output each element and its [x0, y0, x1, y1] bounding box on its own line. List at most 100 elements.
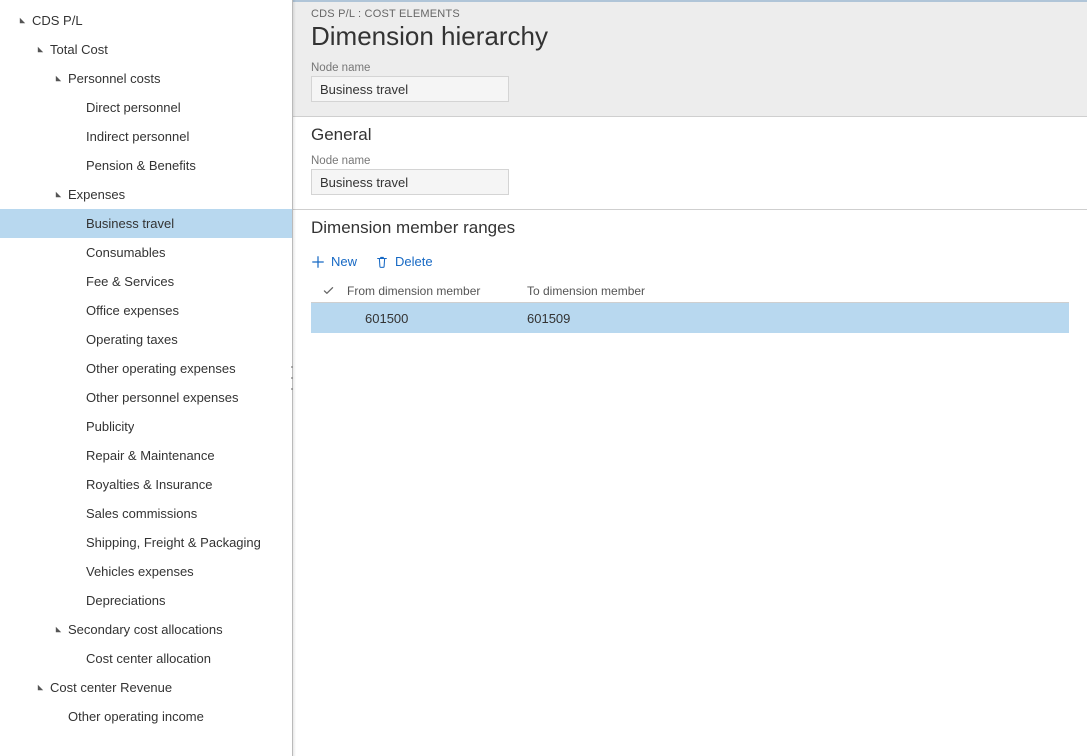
tree-item-label: Cost center Revenue: [50, 680, 172, 695]
ranges-action-row: New Delete: [293, 246, 1087, 279]
tree-item[interactable]: Consumables: [0, 238, 292, 267]
expander-placeholder: [68, 332, 84, 348]
node-name-general-label: Node name: [311, 155, 1069, 167]
expander-placeholder: [68, 245, 84, 261]
expander-placeholder: [68, 158, 84, 174]
main-pane: CDS P/L : COST ELEMENTS Dimension hierar…: [293, 0, 1087, 756]
from-column-header[interactable]: From dimension member: [345, 284, 525, 298]
tree-item-label: Total Cost: [50, 42, 108, 57]
tree-item-label: Personnel costs: [68, 71, 161, 86]
expander-open-icon[interactable]: [50, 622, 66, 638]
tree-item[interactable]: Royalties & Insurance: [0, 470, 292, 499]
tree-item-label: Indirect personnel: [86, 129, 189, 144]
page-header: CDS P/L : COST ELEMENTS Dimension hierar…: [293, 0, 1087, 116]
expander-placeholder: [68, 651, 84, 667]
tree-item[interactable]: Business travel: [0, 209, 292, 238]
delete-button[interactable]: Delete: [375, 254, 433, 269]
table-row[interactable]: 601500601509: [311, 303, 1069, 333]
tree-item-label: Sales commissions: [86, 506, 197, 521]
tree-item-label: Shipping, Freight & Packaging: [86, 535, 261, 550]
tree-item[interactable]: Personnel costs: [0, 64, 292, 93]
tree-item-label: Fee & Services: [86, 274, 174, 289]
expander-open-icon[interactable]: [50, 187, 66, 203]
expander-open-icon[interactable]: [50, 71, 66, 87]
tree-item[interactable]: CDS P/L: [0, 6, 292, 35]
page-title: Dimension hierarchy: [311, 21, 1069, 52]
expander-placeholder: [68, 506, 84, 522]
tree-pane: CDS P/L Total Cost Personnel costs Direct p…: [0, 0, 293, 756]
tree-item-label: Depreciations: [86, 593, 166, 608]
tree-item[interactable]: Secondary cost allocations: [0, 615, 292, 644]
tree-item[interactable]: Operating taxes: [0, 325, 292, 354]
expander-placeholder: [68, 535, 84, 551]
expander-placeholder: [68, 129, 84, 145]
tree-item[interactable]: Shipping, Freight & Packaging: [0, 528, 292, 557]
expander-open-icon[interactable]: [32, 42, 48, 58]
general-section-title: General: [311, 125, 1069, 145]
expander-open-icon[interactable]: [14, 13, 30, 29]
expander-placeholder: [68, 303, 84, 319]
tree-item-label: Operating taxes: [86, 332, 178, 347]
expander-placeholder: [68, 361, 84, 377]
from-dimension-member-cell[interactable]: 601500: [345, 311, 525, 326]
expander-placeholder: [68, 274, 84, 290]
tree-item-label: Expenses: [68, 187, 125, 202]
tree-item-label: Secondary cost allocations: [68, 622, 223, 637]
tree-item[interactable]: Direct personnel: [0, 93, 292, 122]
tree-item-label: Other operating income: [68, 709, 204, 724]
ranges-grid: From dimension member To dimension membe…: [293, 279, 1087, 351]
tree-item[interactable]: Indirect personnel: [0, 122, 292, 151]
tree-item[interactable]: Repair & Maintenance: [0, 441, 292, 470]
delete-button-label: Delete: [395, 254, 433, 269]
tree-item-label: Repair & Maintenance: [86, 448, 215, 463]
expander-placeholder: [68, 390, 84, 406]
expander-placeholder: [50, 709, 66, 725]
tree-item-label: Consumables: [86, 245, 166, 260]
tree-item[interactable]: Cost center Revenue: [0, 673, 292, 702]
expander-placeholder: [68, 100, 84, 116]
new-button[interactable]: New: [311, 254, 357, 269]
tree-item[interactable]: Other operating expenses: [0, 354, 292, 383]
expander-placeholder: [68, 216, 84, 232]
to-dimension-member-cell[interactable]: 601509: [525, 311, 705, 326]
expander-placeholder: [68, 564, 84, 580]
ranges-section-title: Dimension member ranges: [311, 218, 1069, 238]
expander-placeholder: [68, 419, 84, 435]
tree-item[interactable]: Other personnel expenses: [0, 383, 292, 412]
tree-item[interactable]: Sales commissions: [0, 499, 292, 528]
tree-item[interactable]: Cost center allocation: [0, 644, 292, 673]
tree-item-label: CDS P/L: [32, 13, 83, 28]
node-name-header-input[interactable]: [311, 76, 509, 102]
tree-item-label: Business travel: [86, 216, 174, 231]
tree-item[interactable]: Publicity: [0, 412, 292, 441]
select-column-header[interactable]: [311, 284, 345, 297]
expander-placeholder: [68, 477, 84, 493]
tree-item-label: Cost center allocation: [86, 651, 211, 666]
tree-item-label: Pension & Benefits: [86, 158, 196, 173]
breadcrumb: CDS P/L : COST ELEMENTS: [311, 8, 1069, 20]
tree-item[interactable]: Pension & Benefits: [0, 151, 292, 180]
general-section: General Node name: [293, 116, 1087, 209]
tree-item[interactable]: Depreciations: [0, 586, 292, 615]
hierarchy-tree: CDS P/L Total Cost Personnel costs Direct p…: [0, 0, 292, 731]
tree-item-label: Royalties & Insurance: [86, 477, 212, 492]
node-name-general-input[interactable]: [311, 169, 509, 195]
plus-icon: [311, 255, 325, 269]
tree-item-label: Publicity: [86, 419, 134, 434]
new-button-label: New: [331, 254, 357, 269]
tree-item-label: Other operating expenses: [86, 361, 236, 376]
to-column-header[interactable]: To dimension member: [525, 284, 705, 298]
tree-item[interactable]: Total Cost: [0, 35, 292, 64]
tree-item[interactable]: Vehicles expenses: [0, 557, 292, 586]
tree-item[interactable]: Other operating income: [0, 702, 292, 731]
expander-placeholder: [68, 593, 84, 609]
expander-open-icon[interactable]: [32, 680, 48, 696]
node-name-header-label: Node name: [311, 62, 1069, 74]
tree-item[interactable]: Fee & Services: [0, 267, 292, 296]
tree-item-label: Direct personnel: [86, 100, 181, 115]
splitter-handle[interactable]: [289, 366, 295, 390]
tree-item-label: Vehicles expenses: [86, 564, 194, 579]
tree-item[interactable]: Expenses: [0, 180, 292, 209]
trash-icon: [375, 255, 389, 269]
tree-item[interactable]: Office expenses: [0, 296, 292, 325]
